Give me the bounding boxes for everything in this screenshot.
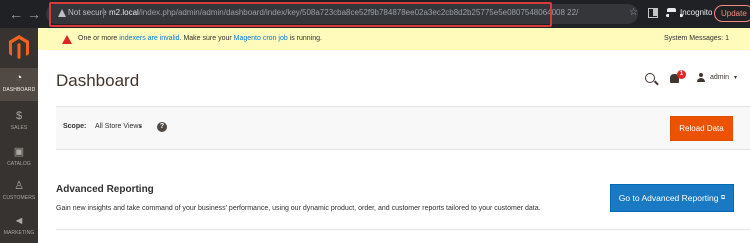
sidebar-item-label: SALES	[10, 125, 28, 131]
forward-arrow-icon[interactable]: →	[26, 6, 42, 22]
scope-bar: Scope: All Store Views ▾ ? Reload Data	[56, 106, 750, 150]
search-icon[interactable]	[645, 73, 655, 83]
incognito-icon	[666, 8, 683, 18]
cron-job-link[interactable]: Magento cron job	[234, 35, 288, 42]
sidebar-item-dashboard[interactable]: ◔ DASHBOARD	[0, 68, 38, 101]
sidebar-item-label: CATALOG	[7, 161, 31, 167]
admin-sidebar: ◔ DASHBOARD $ SALES ▣ CATALOG ♙ CUSTOMER…	[0, 28, 38, 243]
indexers-link[interactable]: indexers are invalid	[119, 35, 179, 42]
sidebar-item-sales[interactable]: $ SALES	[0, 106, 38, 139]
user-account-name[interactable]: admin	[710, 74, 729, 81]
bookmark-star-icon[interactable]: ☆	[629, 7, 638, 18]
dollar-icon: $	[15, 110, 23, 122]
system-message-bar: One or more indexers are invalid. Make s…	[38, 28, 750, 50]
person-icon: ♙	[14, 180, 24, 192]
sidebar-item-customers[interactable]: ♙ CUSTOMERS	[0, 176, 38, 209]
error-triangle-icon	[62, 35, 72, 44]
go-to-advanced-reporting-button[interactable]: Go to Advanced Reporting ⧉	[610, 184, 734, 212]
message-text-part: One or more	[78, 35, 120, 42]
cube-icon: ▣	[13, 146, 25, 158]
user-avatar-icon[interactable]	[696, 73, 706, 83]
sidebar-item-label: CUSTOMERS	[2, 195, 36, 201]
update-button[interactable]: Update	[714, 5, 750, 22]
back-arrow-icon[interactable]: ←	[8, 6, 24, 22]
sidebar-item-catalog[interactable]: ▣ CATALOG	[0, 142, 38, 175]
scope-label: Scope:	[63, 123, 87, 130]
reload-data-button[interactable]: Reload Data	[670, 116, 733, 141]
chevron-down-icon[interactable]: ▾	[139, 124, 142, 130]
system-message-text: One or more indexers are invalid. Make s…	[78, 35, 322, 42]
incognito-label: Incognito	[680, 8, 713, 17]
side-panel-icon[interactable]	[648, 8, 658, 18]
advanced-reporting-title: Advanced Reporting	[56, 184, 154, 195]
section-divider	[56, 229, 750, 230]
button-label: Go to Advanced Reporting	[618, 193, 719, 203]
sidebar-item-label: DASHBOARD	[2, 87, 36, 93]
megaphone-icon: ◄	[13, 215, 25, 227]
system-messages-count[interactable]: System Messages: 1	[664, 35, 729, 42]
dashboard-icon: ◔	[15, 72, 23, 84]
chevron-down-icon[interactable]: ▾	[734, 74, 737, 81]
help-question-icon[interactable]: ?	[157, 122, 167, 132]
notification-count-badge[interactable]: 1	[677, 70, 686, 79]
url-highlight-box	[49, 2, 552, 27]
message-text-part: . Make sure your	[179, 35, 234, 42]
sidebar-item-marketing[interactable]: ◄ MARKETING	[0, 211, 38, 243]
message-text-part: is running.	[287, 35, 322, 42]
external-link-icon: ⧉	[720, 195, 726, 201]
browser-toolbar: ← → Not secure m2.local/index.php/admin/…	[0, 0, 750, 28]
advanced-reporting-description: Gain new insights and take command of yo…	[56, 205, 541, 212]
magento-logo-icon[interactable]	[0, 28, 38, 64]
sidebar-item-label: MARKETING	[3, 230, 35, 236]
page-title: Dashboard	[56, 71, 140, 90]
store-view-switcher[interactable]: All Store Views	[95, 123, 142, 130]
